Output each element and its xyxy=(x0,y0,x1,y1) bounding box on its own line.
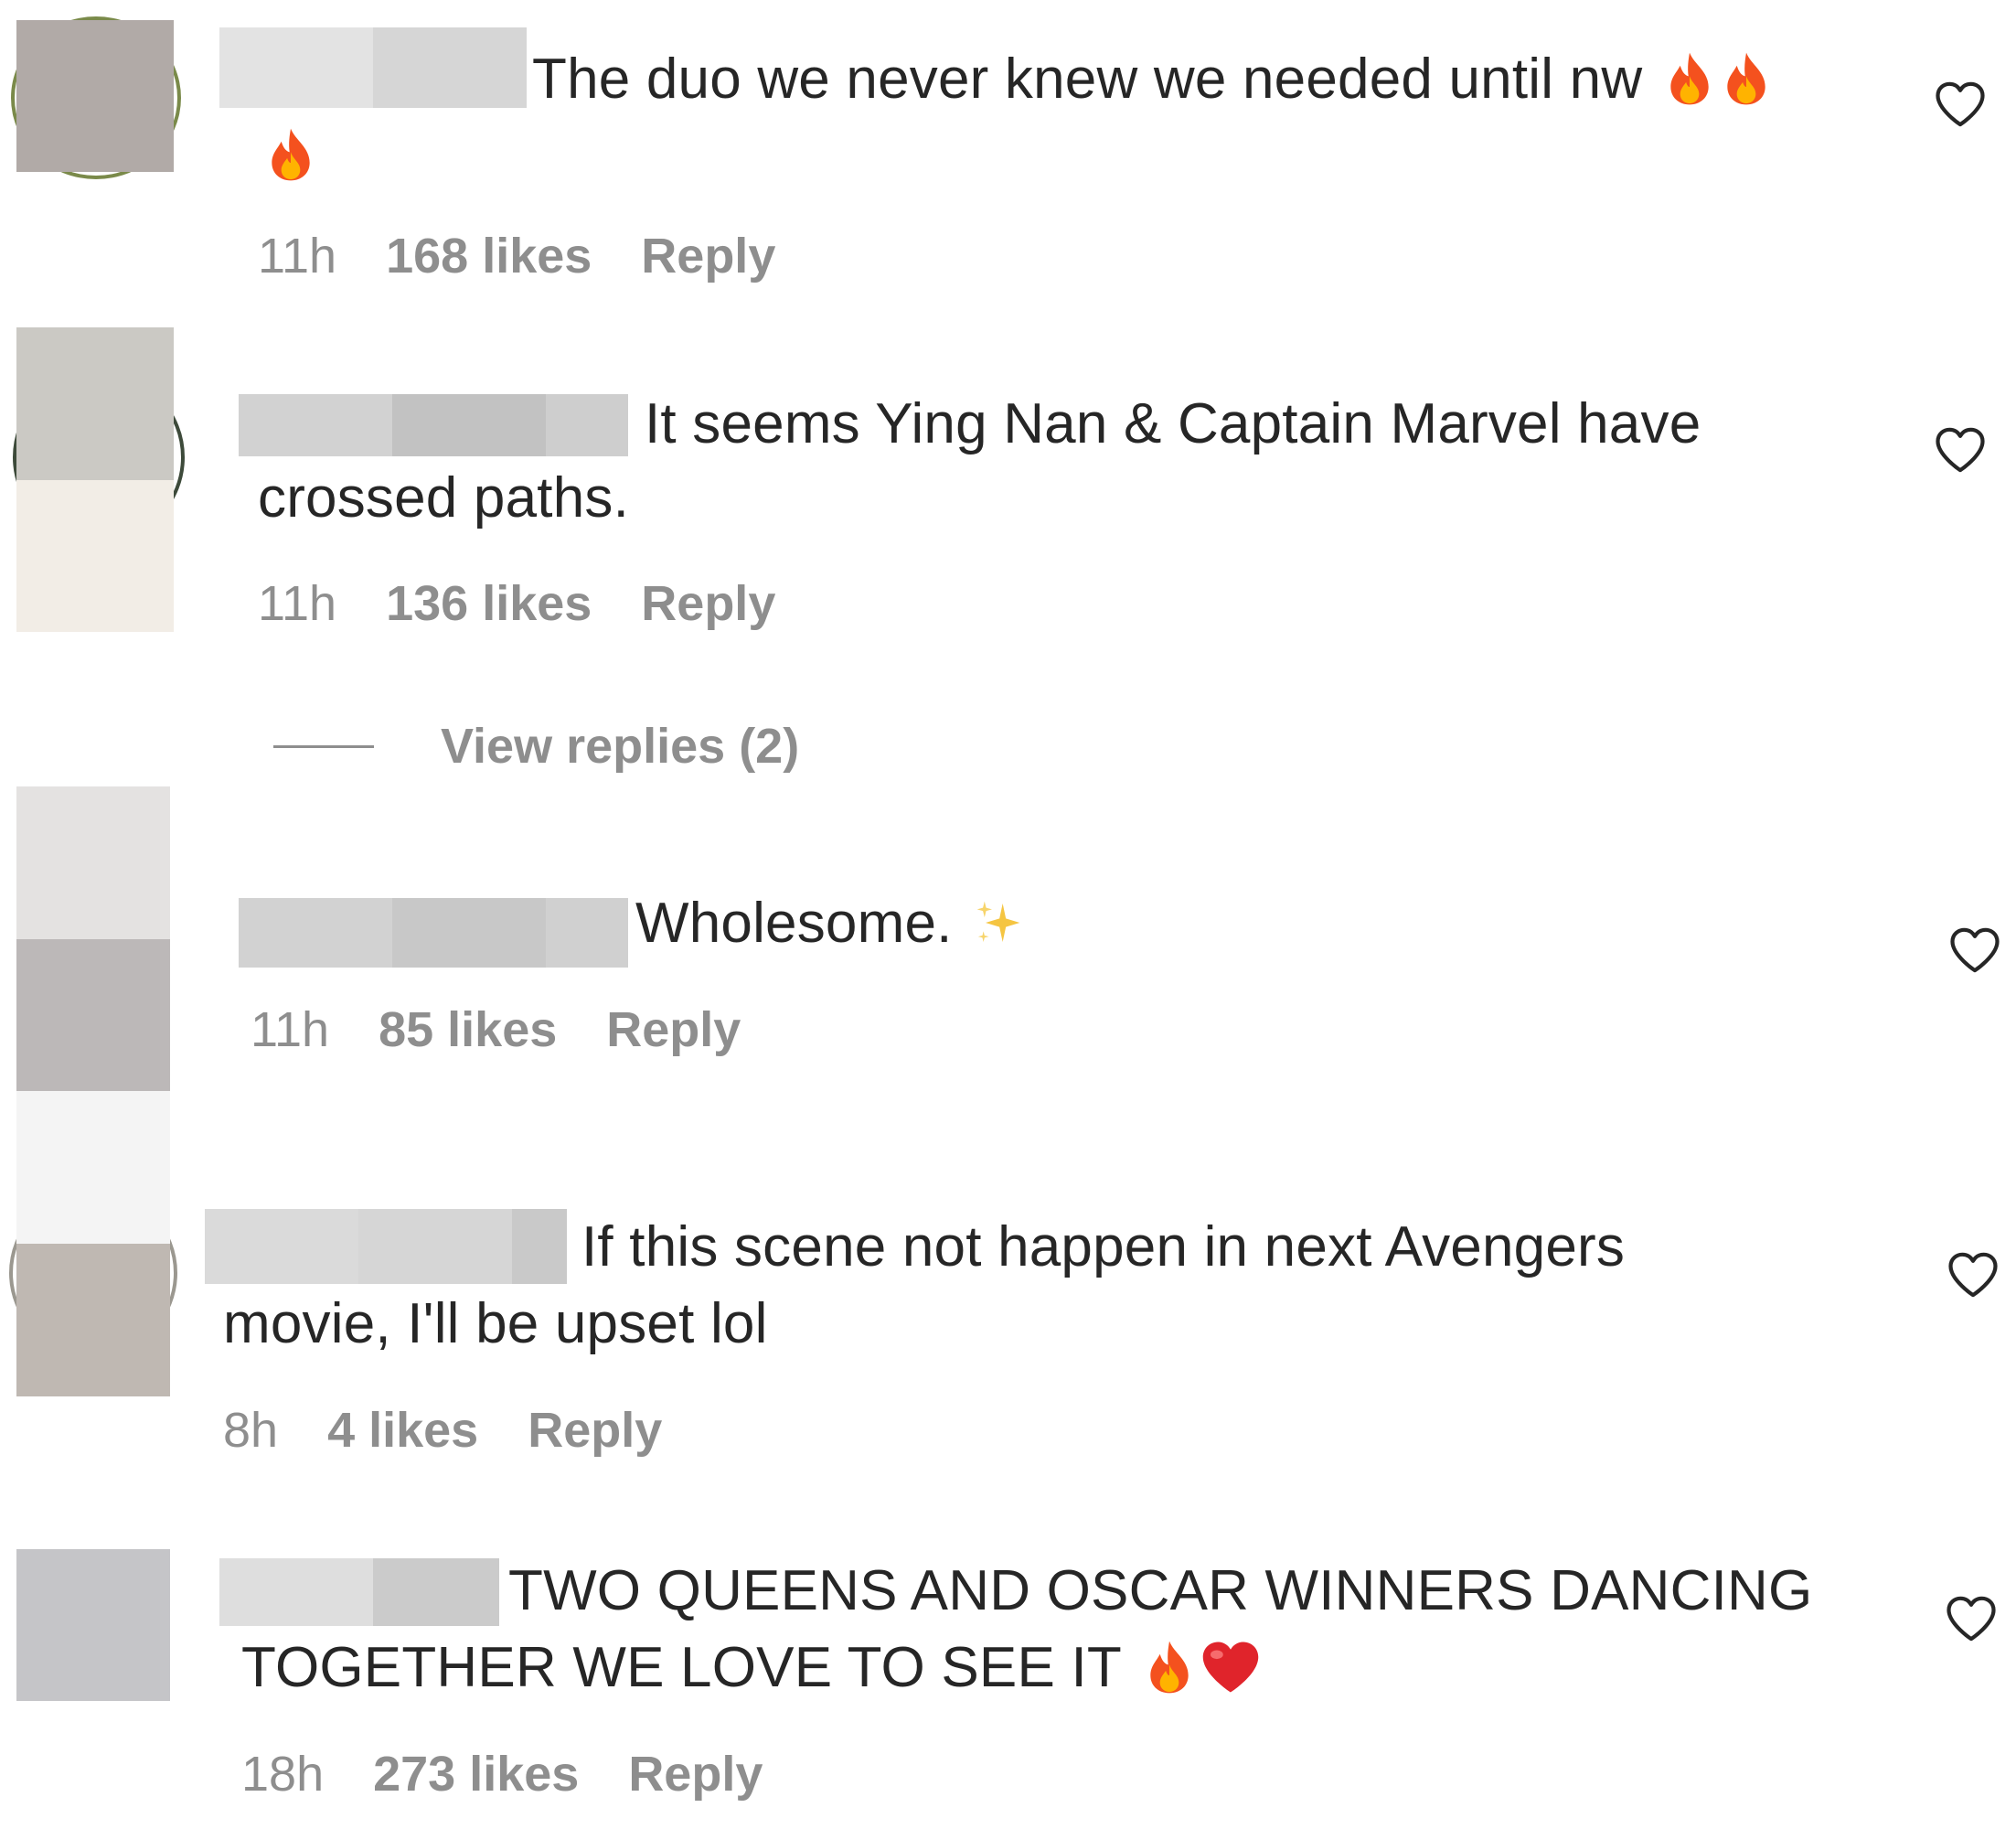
comment-text: movie, I'll be upset lol xyxy=(223,1292,768,1355)
timestamp: 11h xyxy=(258,576,337,631)
timestamp: 18h xyxy=(241,1747,325,1802)
username-redacted[interactable] xyxy=(392,394,546,456)
username-redacted[interactable] xyxy=(205,1209,358,1284)
comment-text: If this scene not happen in next Avenger… xyxy=(581,1215,1626,1278)
likes-count[interactable]: 4 likes xyxy=(327,1401,478,1460)
like-heart-icon[interactable] xyxy=(1949,926,2000,974)
reply-button[interactable]: Reply xyxy=(641,574,775,633)
like-heart-icon[interactable] xyxy=(1935,80,1986,128)
comment-text: crossed paths. xyxy=(258,466,630,529)
view-replies-button[interactable]: View replies (2) xyxy=(441,717,799,775)
username-redacted[interactable] xyxy=(512,1209,567,1284)
username-redacted[interactable] xyxy=(219,1558,373,1626)
username-redacted[interactable] xyxy=(239,394,392,456)
sparkles-emoji xyxy=(973,894,1024,951)
likes-count[interactable]: 85 likes xyxy=(379,1000,557,1059)
like-heart-icon[interactable] xyxy=(1946,1595,1997,1642)
username-redacted[interactable] xyxy=(239,898,392,968)
likes-count[interactable]: 136 likes xyxy=(386,574,592,633)
username-redacted[interactable] xyxy=(373,1558,499,1626)
username-redacted[interactable] xyxy=(392,898,546,968)
comment-meta: 11h 85 likes Reply xyxy=(251,1000,790,1059)
fire-emoji xyxy=(1144,1639,1195,1695)
like-heart-icon[interactable] xyxy=(1935,426,1986,474)
fire-emoji xyxy=(1664,50,1715,107)
likes-count[interactable]: 168 likes xyxy=(386,227,592,285)
reply-button[interactable]: Reply xyxy=(641,227,775,285)
comment-meta: 11h 168 likes Reply xyxy=(258,227,825,285)
avatar[interactable] xyxy=(16,786,170,939)
username-redacted[interactable] xyxy=(219,27,373,108)
reply-button[interactable]: Reply xyxy=(606,1000,741,1059)
avatar-lower xyxy=(16,1244,170,1396)
avatar-lower xyxy=(16,939,170,1091)
comment-meta: 18h 273 likes Reply xyxy=(241,1745,812,1803)
red-heart-emoji xyxy=(1200,1639,1261,1695)
comment-text: TWO QUEENS AND OSCAR WINNERS DANCING xyxy=(508,1559,1813,1622)
likes-count[interactable]: 273 likes xyxy=(373,1745,579,1803)
reply-button[interactable]: Reply xyxy=(628,1745,763,1803)
comment-meta: 8h 4 likes Reply xyxy=(223,1401,711,1460)
avatar[interactable] xyxy=(16,1549,170,1701)
username-redacted[interactable] xyxy=(546,898,628,968)
reply-button[interactable]: Reply xyxy=(528,1401,662,1460)
comment-text: Wholesome. xyxy=(635,885,1024,962)
timestamp: 11h xyxy=(258,229,337,283)
avatar[interactable] xyxy=(16,327,174,480)
comment-text: TOGETHER WE LOVE TO SEE IT xyxy=(241,1630,1261,1706)
comment-meta: 11h 136 likes Reply xyxy=(258,574,825,633)
avatar-lower xyxy=(16,480,174,632)
timestamp: 8h xyxy=(223,1403,279,1458)
avatar[interactable] xyxy=(16,1091,170,1244)
username-redacted[interactable] xyxy=(358,1209,512,1284)
avatar[interactable] xyxy=(16,20,174,172)
view-replies-line xyxy=(273,745,374,748)
fire-emoji xyxy=(1721,50,1772,107)
comment-text: The duo we never knew we needed until nw xyxy=(532,41,1772,118)
fire-emoji xyxy=(265,126,316,183)
like-heart-icon[interactable] xyxy=(1947,1251,1999,1299)
timestamp: 11h xyxy=(251,1002,330,1057)
username-redacted[interactable] xyxy=(546,394,628,456)
username-redacted[interactable] xyxy=(373,27,527,108)
comment-text: It seems Ying Nan & Captain Marvel have xyxy=(645,392,1701,455)
